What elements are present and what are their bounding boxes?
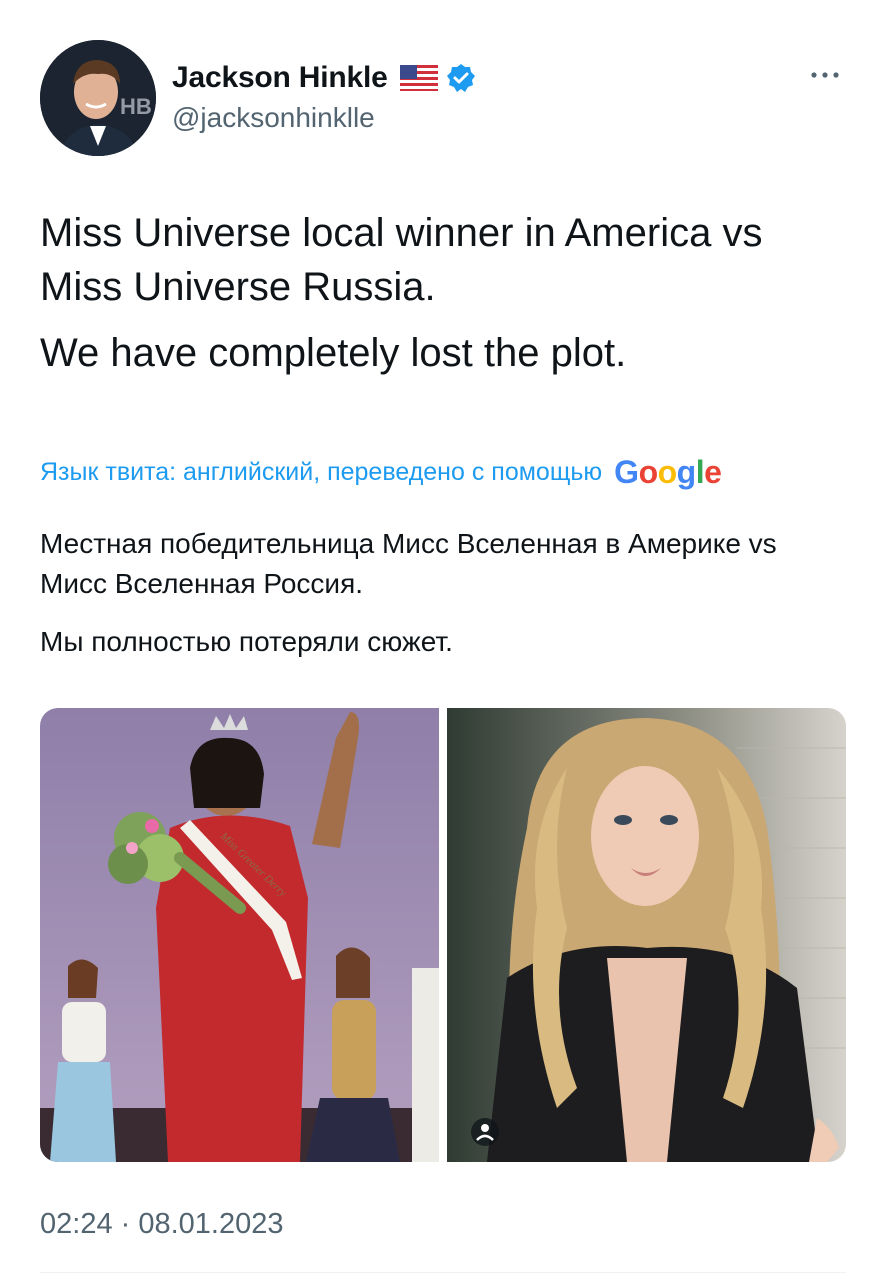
translation-label: Язык твита: английский, переведено с пом… [40,457,603,486]
tweet-card: HB Jackson Hinkle @jacksonhinklle Miss U… [0,0,886,1280]
us-flag-icon [399,65,438,91]
tweet-timestamp[interactable]: 02:24 · 08.01.2023 [40,1208,283,1241]
media-image-pageant-stage[interactable]: Miss Greater Derry [40,708,439,1162]
divider [40,1272,846,1273]
tweet-paragraph: Miss Universe local winner in America vs… [40,211,763,309]
translated-text: Местная победительница Мисс Вселенная в … [40,524,850,680]
display-name[interactable]: Jackson Hinkle [172,61,388,95]
avatar-image: HB [40,40,156,156]
translation-attribution[interactable]: Язык твита: английский, переведено с пом… [40,450,722,494]
translated-paragraph: Мы полностью потеряли сюжет. [40,626,453,657]
avatar[interactable]: HB [40,40,156,156]
google-logo: Google [614,453,722,490]
tweet-paragraph: We have completely lost the plot. [40,331,627,375]
tweet-text: Miss Universe local winner in America vs… [40,206,850,392]
translated-paragraph: Местная победительница Мисс Вселенная в … [40,528,777,599]
svg-text:HB: HB [120,94,152,119]
media-image-portrait[interactable] [447,708,846,1162]
handle[interactable]: @jacksonhinklle [172,102,476,134]
more-options-icon[interactable] [808,60,842,90]
media-grid: Miss Greater Derry [40,708,846,1162]
verified-badge-icon [446,63,476,93]
author-block: Jackson Hinkle @jacksonhinklle [172,58,476,134]
